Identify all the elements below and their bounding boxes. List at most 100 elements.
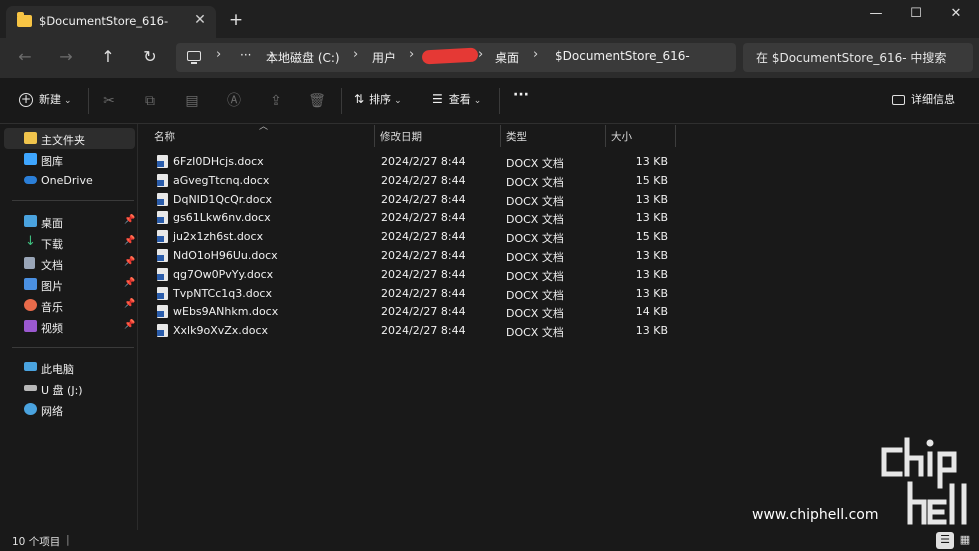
view-button[interactable]: ☰ 查看 ⌄ [432,91,481,111]
share-icon[interactable]: ⇪ [266,91,286,111]
close-button[interactable]: ✕ [933,0,979,30]
view-label: 查看 [448,93,471,106]
pin-icon[interactable]: 📌 [124,236,135,246]
breadcrumb-users[interactable]: 用户 [372,49,396,66]
file-modified: 2024/2/27 8:44 [381,267,466,281]
column-resizer[interactable] [675,125,676,147]
paste-icon[interactable]: ▤ [182,91,202,111]
file-row[interactable]: Xxlk9oXvZx.docx 2024/2/27 8:44 DOCX 文档 1… [150,321,680,340]
breadcrumb-current-folder[interactable]: $DocumentStore_616- [555,49,690,63]
column-header-modified[interactable]: 修改日期 [374,125,500,147]
computer-icon [187,51,201,64]
sidebar-item-home[interactable]: 主文件夹 [4,128,135,149]
new-button[interactable]: + 新建 ⌄ [19,91,72,111]
sidebar-item-label: U 盘 (J:) [41,384,83,397]
file-size: 15 KB [635,173,668,187]
redacted-username [421,47,479,65]
file-type: DOCX 文档 [506,250,564,264]
sidebar-item-desktop[interactable]: 桌面 📌 [4,211,135,232]
file-row[interactable]: aGvegTtcnq.docx 2024/2/27 8:44 DOCX 文档 1… [150,171,680,190]
file-type: DOCX 文档 [506,213,564,227]
file-row[interactable]: DqNID1QcQr.docx 2024/2/27 8:44 DOCX 文档 1… [150,190,680,209]
sidebar-item-downloads[interactable]: ↓ 下载 📌 [4,232,135,253]
file-type: DOCX 文档 [506,157,564,170]
column-header-type[interactable]: 类型 [500,125,605,147]
file-size: 13 KB [635,324,668,338]
status-bar: 10 个项目 | ☰ ▦ [0,530,979,551]
rename-icon[interactable]: Ⓐ [224,91,244,111]
back-button[interactable]: ← [12,46,38,68]
pin-icon[interactable]: 📌 [124,215,135,225]
sidebar-item-usb-drive[interactable]: U 盘 (J:) [4,378,135,399]
sidebar-item-videos[interactable]: 视频 📌 [4,316,135,337]
tiles-view-button[interactable]: ▦ [956,532,974,549]
file-row[interactable]: qg7Ow0PvYy.docx 2024/2/27 8:44 DOCX 文档 1… [150,265,680,284]
file-row[interactable]: wEbs9ANhkm.docx 2024/2/27 8:44 DOCX 文档 1… [150,302,680,321]
search-input[interactable]: 在 $DocumentStore_616- 中搜索 [743,43,973,72]
up-button[interactable]: ↑ [95,46,121,68]
pin-icon[interactable]: 📌 [124,299,135,309]
sidebar-item-label: 网络 [41,405,63,418]
file-size: 13 KB [635,211,668,225]
title-bar: $DocumentStore_616- ✕ + — ☐ ✕ [0,0,979,38]
new-label: 新建 [39,93,61,106]
chevron-down-icon: ⌄ [64,96,72,106]
sidebar-item-pictures[interactable]: 图片 📌 [4,274,135,295]
chiphell-logo [881,437,967,525]
file-modified: 2024/2/27 8:44 [381,305,466,319]
pin-icon[interactable]: 📌 [124,320,135,330]
gallery-icon [24,153,37,165]
pin-icon[interactable]: 📌 [124,257,135,267]
breadcrumb-drive-c[interactable]: 本地磁盘 (C:) [266,49,340,66]
file-size: 13 KB [635,192,668,206]
docx-file-icon [157,192,168,206]
refresh-button[interactable]: ↻ [137,46,163,68]
file-row[interactable]: ju2x1zh6st.docx 2024/2/27 8:44 DOCX 文档 1… [150,227,680,246]
view-icon: ☰ [432,92,443,106]
pin-icon[interactable]: 📌 [124,278,135,288]
new-tab-button[interactable]: + [226,10,246,30]
breadcrumb-desktop[interactable]: 桌面 [495,49,519,66]
docx-file-icon [157,305,168,319]
breadcrumb-separator: › [409,47,415,62]
details-pane-button[interactable]: 详细信息 [892,91,955,111]
more-options-button[interactable]: ··· [513,87,529,107]
watermark-url: www.chiphell.com [752,507,879,523]
forward-button[interactable]: → [53,46,79,68]
docx-file-icon [157,248,168,262]
cut-icon[interactable]: ✂ [99,91,119,111]
file-type: DOCX 文档 [506,232,564,246]
sidebar-divider [12,200,134,201]
file-row[interactable]: 6FzI0DHcjs.docx 2024/2/27 8:44 DOCX 文档 1… [150,152,680,171]
breadcrumb-overflow[interactable]: ··· [240,48,251,62]
file-type: DOCX 文档 [506,269,564,283]
sidebar-item-this-pc[interactable]: 此电脑 [4,357,135,378]
sidebar-item-label: 下载 [41,238,63,251]
column-header-name[interactable]: 名称 [148,125,373,147]
item-count: 10 个项目 [12,536,61,548]
sidebar-item-onedrive[interactable]: OneDrive [4,170,135,191]
sidebar-item-documents[interactable]: 文档 📌 [4,253,135,274]
chevron-down-icon: ⌄ [394,96,402,106]
file-type: DOCX 文档 [506,288,564,302]
file-size: 13 KB [635,248,668,262]
docx-file-icon [157,230,168,244]
file-modified: 2024/2/27 8:44 [381,286,466,300]
column-header-size[interactable]: 大小 [605,125,675,147]
file-row[interactable]: NdO1oH96Uu.docx 2024/2/27 8:44 DOCX 文档 1… [150,246,680,265]
details-view-button[interactable]: ☰ [936,532,954,549]
address-bar[interactable]: › ··· › 本地磁盘 (C:) › 用户 › › 桌面 › $Documen… [176,43,736,72]
file-row[interactable]: gs61Lkw6nv.docx 2024/2/27 8:44 DOCX 文档 1… [150,208,680,227]
delete-icon[interactable]: 🗑 [307,91,327,111]
sort-button[interactable]: ⇅ 排序 ⌄ [354,91,402,111]
tab-document-store[interactable]: $DocumentStore_616- ✕ [6,6,216,38]
docx-file-icon [157,324,168,338]
tab-close-button[interactable]: ✕ [190,10,210,30]
copy-icon[interactable]: ⧉ [140,91,160,111]
search-placeholder: 在 $DocumentStore_616- 中搜索 [756,51,947,65]
sidebar-item-network[interactable]: 网络 [4,399,135,420]
file-size: 15 KB [635,230,668,244]
sidebar-item-music[interactable]: 音乐 📌 [4,295,135,316]
file-row[interactable]: TvpNTCc1q3.docx 2024/2/27 8:44 DOCX 文档 1… [150,284,680,303]
sidebar-item-gallery[interactable]: 图库 [4,149,135,170]
